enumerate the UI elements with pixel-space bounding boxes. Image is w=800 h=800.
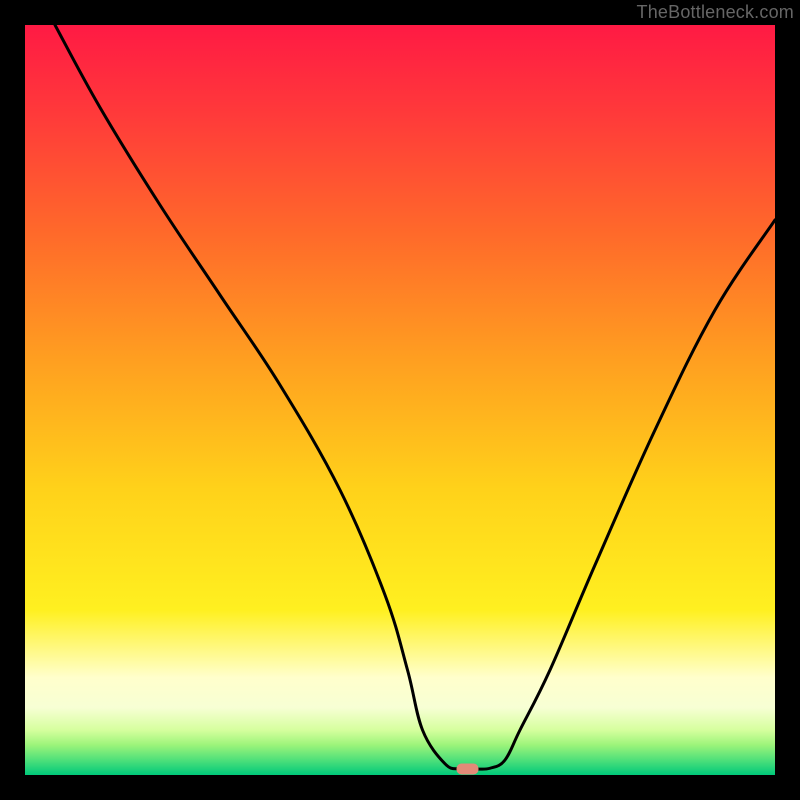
watermark-text: TheBottleneck.com [637, 2, 794, 23]
bottleneck-curve [55, 25, 775, 769]
plot-area [25, 25, 775, 775]
chart-frame: TheBottleneck.com [0, 0, 800, 800]
optimal-marker [457, 764, 479, 775]
chart-svg [25, 25, 775, 775]
